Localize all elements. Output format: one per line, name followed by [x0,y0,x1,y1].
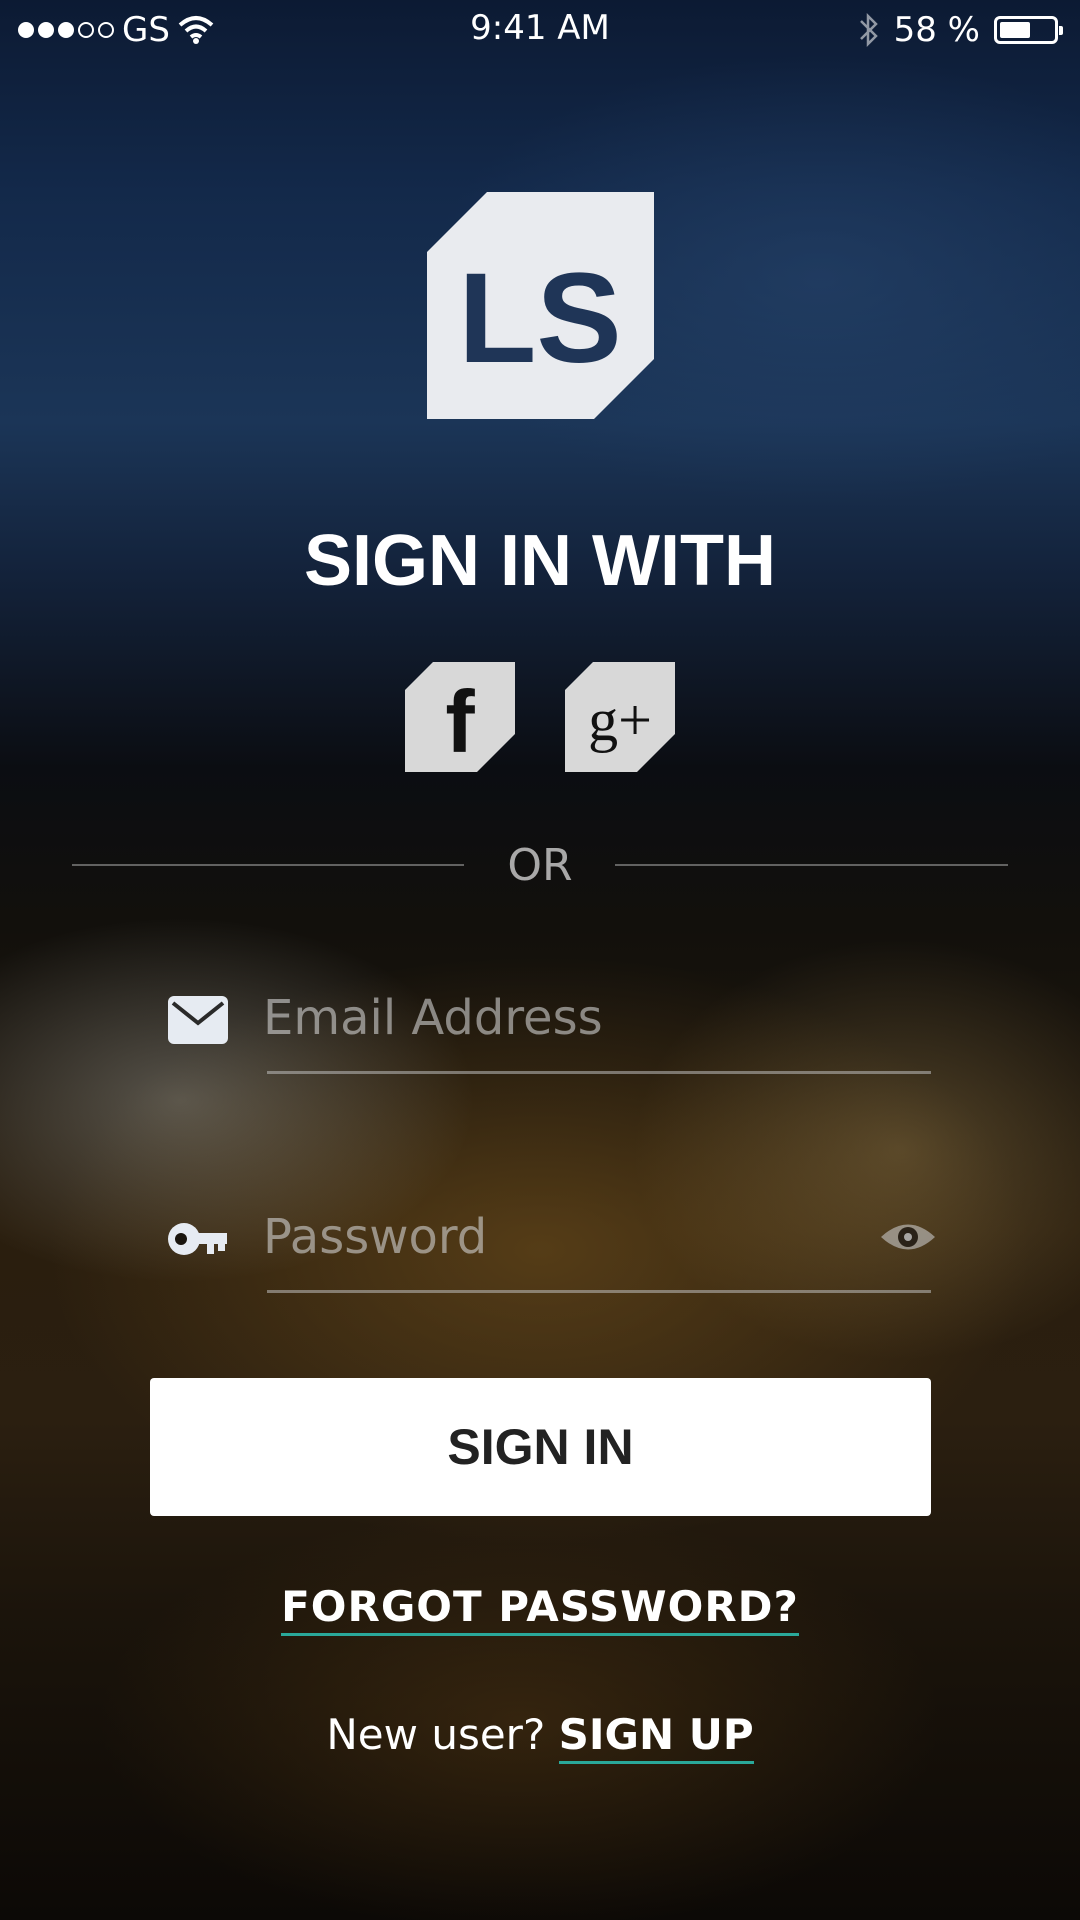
forgot-password-container: FORGOT PASSWORD? [0,1582,1080,1636]
new-user-prompt: New user? [326,1710,559,1759]
status-right: 58 % [858,10,1063,50]
bluetooth-icon [859,12,878,48]
key-icon [168,1223,227,1255]
email-field-row [167,975,932,1074]
app-logo: LS [427,192,654,419]
or-divider: OR [72,840,1008,892]
email-input[interactable] [263,983,823,1053]
logo-text: LS [458,247,622,390]
sign-in-button[interactable]: SIGN IN [150,1378,931,1516]
show-password-eye-icon[interactable] [879,1208,937,1266]
forgot-password-link[interactable]: FORGOT PASSWORD? [281,1582,799,1636]
status-bar: GS 9:41 AM 58 % [0,0,1080,60]
envelope-icon [168,996,228,1044]
facebook-login-button[interactable]: f [405,662,515,772]
sign-up-link[interactable]: SIGN UP [558,1710,754,1764]
facebook-icon: f [445,672,475,771]
google-plus-login-button[interactable]: g+ [565,662,675,772]
password-field-row [167,1194,935,1293]
password-input[interactable] [263,1202,823,1272]
divider-line-right [615,864,1008,866]
password-underline [267,1290,931,1293]
sign-in-with-heading: SIGN IN WITH [304,521,776,601]
battery-icon [994,16,1063,44]
signup-row: New user? SIGN UP [0,1710,1080,1764]
google-plus-icon: g+ [588,687,652,753]
battery-percent: 58 % [893,10,980,50]
email-underline [267,1071,931,1074]
